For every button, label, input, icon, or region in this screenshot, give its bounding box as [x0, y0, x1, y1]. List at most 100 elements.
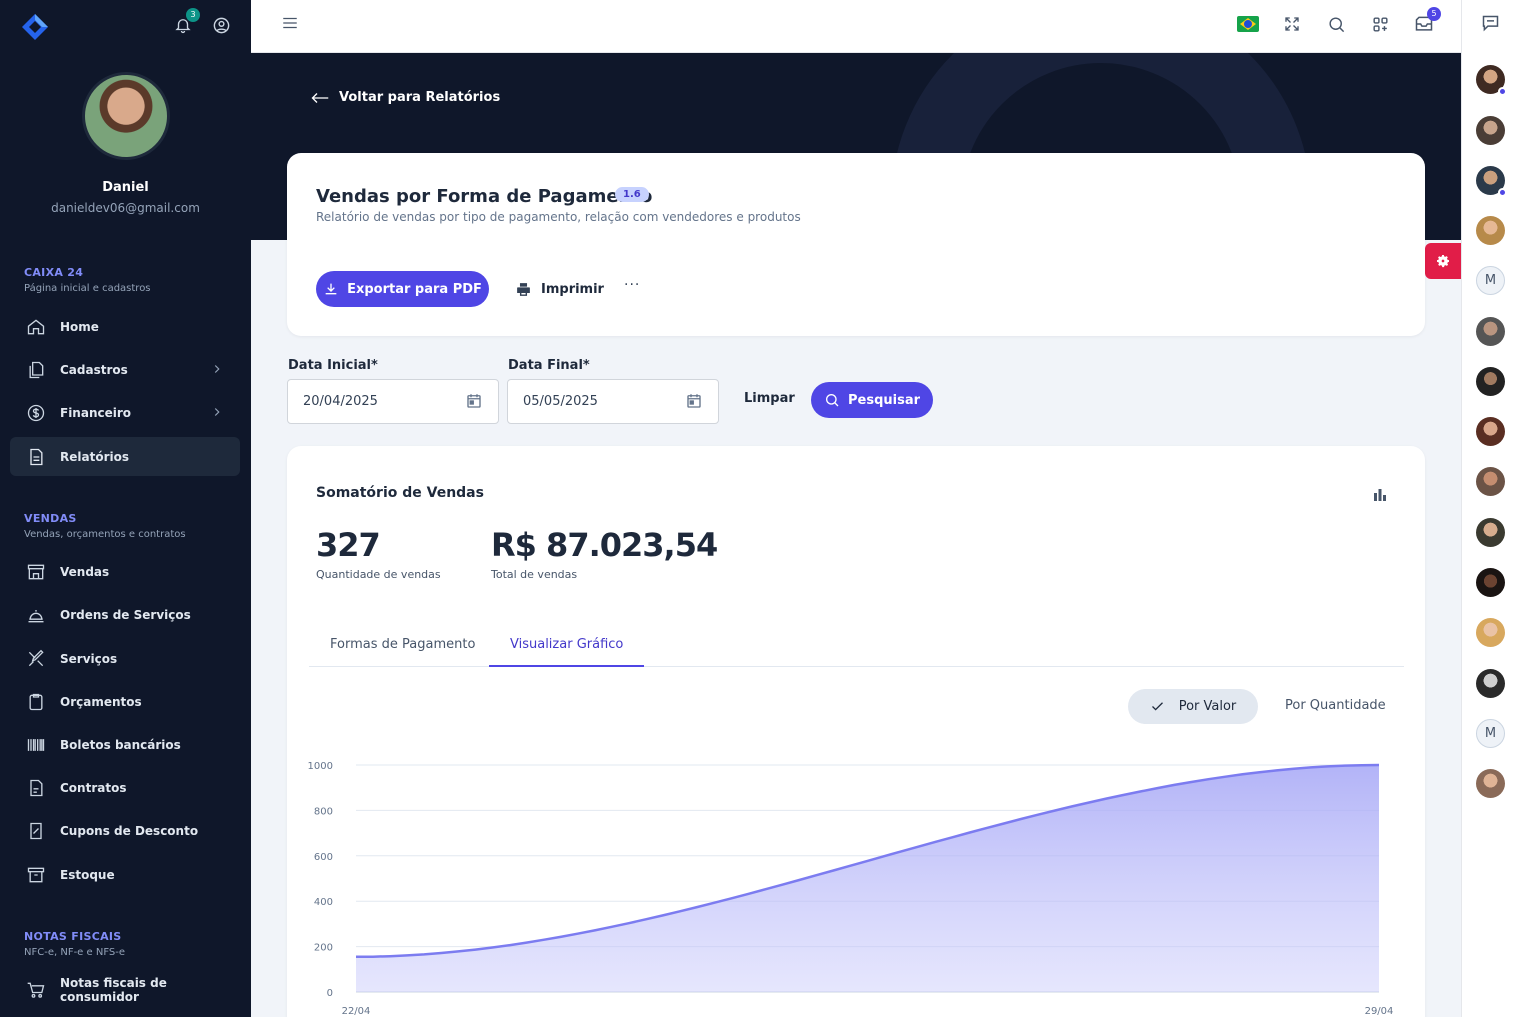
- search-icon: [825, 394, 839, 407]
- contact-avatar[interactable]: [1476, 669, 1505, 698]
- contact-avatar[interactable]: [1476, 317, 1505, 346]
- section-subtitle: Vendas, orçamentos e contratos: [24, 529, 186, 540]
- start-date-field[interactable]: 20/04/2025: [287, 379, 499, 424]
- tab-formas-pagamento[interactable]: Formas de Pagamento: [309, 622, 496, 667]
- report-icon: [26, 447, 46, 467]
- hamburger-icon: [283, 17, 297, 29]
- topbar: 5: [251, 0, 1461, 53]
- chat-button[interactable]: [1480, 13, 1501, 38]
- print-button[interactable]: Imprimir: [515, 271, 604, 307]
- contact-avatar[interactable]: [1476, 116, 1505, 145]
- section-title: VENDAS: [24, 512, 77, 525]
- contact-avatar[interactable]: [1476, 518, 1505, 547]
- back-to-reports-link[interactable]: Voltar para Relatórios: [311, 90, 500, 105]
- sidebar-item-cadastros[interactable]: Cadastros: [10, 350, 240, 389]
- contact-avatar[interactable]: [1476, 769, 1505, 798]
- sidebar-item-label: Vendas: [60, 564, 110, 579]
- sidebar-item-servicos[interactable]: Serviços: [10, 639, 240, 678]
- avatar[interactable]: [81, 72, 170, 160]
- online-indicator: [1498, 87, 1507, 96]
- contact-avatar[interactable]: [1476, 216, 1505, 245]
- files-icon: [26, 360, 46, 380]
- search-icon: [1328, 16, 1344, 32]
- dollar-icon: [26, 403, 46, 423]
- sidebar-item-financeiro[interactable]: Financeiro: [10, 393, 240, 432]
- contact-avatar[interactable]: [1476, 568, 1505, 597]
- sidebar-item-label: Cupons de Desconto: [60, 823, 199, 838]
- bar-chart-icon[interactable]: [1373, 486, 1387, 505]
- contact-avatar[interactable]: [1476, 367, 1505, 396]
- sidebar-item-orcamentos[interactable]: Orçamentos: [10, 682, 240, 721]
- sidebar-item-label: Relatórios: [60, 449, 129, 464]
- messages-badge: 5: [1427, 7, 1441, 21]
- section-vendas: VENDAS Vendas, orçamentos e contratos: [24, 512, 186, 540]
- apps-grid-icon: [1372, 16, 1388, 32]
- search-submit-label: Pesquisar: [847, 392, 921, 408]
- sidebar-item-notas-consumidor[interactable]: Notas fiscais de consumidor: [10, 970, 240, 1009]
- section-title: CAIXA 24: [24, 266, 84, 279]
- sidebar-item-cupons[interactable]: Cupons de Desconto: [10, 811, 240, 850]
- notifications-button[interactable]: 3: [172, 8, 200, 36]
- settings-button[interactable]: [1425, 243, 1461, 279]
- sidebar-item-relatorios[interactable]: Relatórios: [10, 437, 240, 476]
- contact-avatar[interactable]: [1476, 166, 1507, 197]
- contact-avatar[interactable]: [1476, 417, 1505, 446]
- sidebar-item-contratos[interactable]: Contratos: [10, 768, 240, 807]
- toggle-por-valor[interactable]: Por Valor: [1128, 689, 1258, 724]
- section-subtitle: NFC-e, NF-e e NFS-e: [24, 947, 126, 958]
- version-badge: 1.6: [615, 187, 649, 202]
- search-button[interactable]: [1325, 13, 1347, 35]
- toggle-por-quantidade[interactable]: Por Quantidade: [1285, 698, 1386, 713]
- contact-avatar[interactable]: [1476, 618, 1505, 647]
- archive-icon: [26, 865, 46, 885]
- brazil-flag-icon[interactable]: [1237, 16, 1259, 32]
- toggle-por-valor-label: Por Valor: [1178, 699, 1237, 714]
- sidebar-item-label: Contratos: [60, 780, 127, 795]
- sales-total-value: R$ 87.023,54: [491, 526, 718, 564]
- page-title: Vendas por Forma de Pagamento: [316, 186, 653, 207]
- end-date-value: 05/05/2025: [523, 394, 598, 409]
- printer-icon: [517, 282, 530, 296]
- tab-visualizar-grafico[interactable]: Visualizar Gráfico: [489, 622, 645, 667]
- chevron-right-icon: [210, 362, 224, 379]
- sidebar-item-home[interactable]: Home: [10, 307, 240, 346]
- y-tick-label: 800: [314, 806, 333, 817]
- tools-icon: [26, 649, 46, 669]
- sidebar-item-label: Ordens de Serviços: [60, 607, 191, 622]
- profile-button[interactable]: [210, 14, 232, 36]
- barcode-icon: [26, 735, 46, 755]
- chart-area: [356, 765, 1379, 992]
- search-submit-button[interactable]: Pesquisar: [811, 382, 933, 418]
- calendar-icon[interactable]: [685, 392, 703, 414]
- sidebar-item-vendas[interactable]: Vendas: [10, 552, 240, 591]
- sidebar-item-ordens-servicos[interactable]: Ordens de Serviços: [10, 595, 240, 634]
- end-date-field[interactable]: 05/05/2025: [507, 379, 719, 424]
- user-name: Daniel: [102, 180, 149, 195]
- apps-button[interactable]: [1369, 13, 1391, 35]
- contact-avatar[interactable]: M: [1476, 719, 1505, 748]
- clear-filters-button[interactable]: Limpar: [744, 391, 795, 406]
- user-email: danieldev06@gmail.com: [51, 201, 200, 215]
- expand-icon: [1285, 17, 1299, 31]
- contact-avatar[interactable]: [1476, 65, 1507, 96]
- menu-toggle-button[interactable]: [281, 14, 299, 36]
- sidebar-item-label: Boletos bancários: [60, 737, 181, 752]
- user-profile: Daniel danieldev06@gmail.com: [0, 72, 251, 215]
- messages-button[interactable]: 5: [1413, 7, 1441, 35]
- sidebar-item-label: Financeiro: [60, 405, 132, 420]
- contact-avatar[interactable]: M: [1476, 266, 1505, 295]
- sidebar-item-boletos[interactable]: Boletos bancários: [10, 725, 240, 764]
- calendar-icon[interactable]: [465, 392, 483, 414]
- contact-avatar[interactable]: [1476, 467, 1505, 496]
- start-date-value: 20/04/2025: [303, 394, 378, 409]
- notifications-badge: 3: [186, 8, 200, 22]
- sidebar-item-estoque[interactable]: Estoque: [10, 855, 240, 894]
- sidebar-item-label: Notas fiscais de consumidor: [60, 975, 167, 1004]
- more-options-button[interactable]: ···: [624, 277, 640, 293]
- app-logo[interactable]: [20, 12, 50, 42]
- export-pdf-button[interactable]: Exportar para PDF: [316, 271, 489, 307]
- sales-quantity-value: 327: [316, 526, 381, 564]
- section-subtitle: Página inicial e cadastros: [24, 283, 151, 294]
- chevron-right-icon: [210, 405, 224, 422]
- fullscreen-button[interactable]: [1281, 13, 1303, 35]
